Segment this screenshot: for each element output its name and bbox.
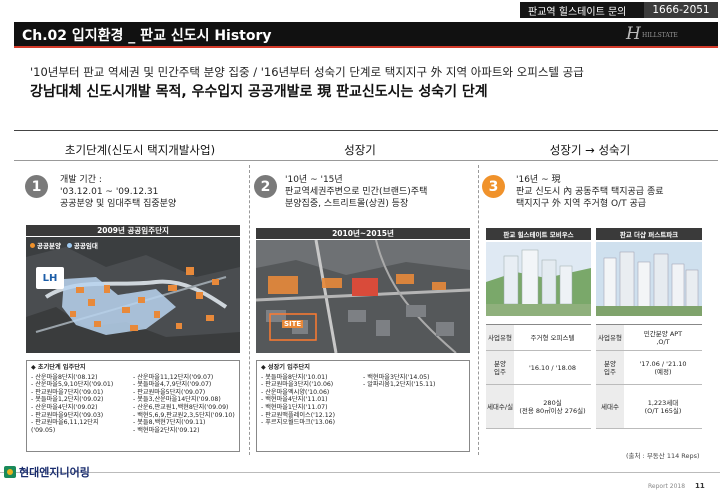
list-item: - 백현마을1단지('11.07) bbox=[261, 403, 328, 411]
row-key: 사업유형 bbox=[486, 325, 514, 350]
legend-public-sale: 공공분양 bbox=[37, 242, 61, 250]
report-label: Report 2018 bbox=[648, 483, 686, 490]
source-note: (출처 : 부동산 114 Reps) bbox=[626, 452, 700, 460]
list-item: - 알파리움1,2단지('15.11) bbox=[363, 381, 436, 389]
list-item: - 산운마을4단지('09.02) bbox=[31, 403, 98, 411]
lead-line-2: 강남대체 신도시개발 목적, 우수입지 공공개발로 現 판교신도시는 성숙기 단… bbox=[30, 84, 488, 100]
card2-photo bbox=[596, 242, 702, 316]
card1-title: 판교 힐스테이트 모비우스 bbox=[486, 228, 591, 240]
col1-title: 초기단계(신도시 택지개발사업) bbox=[64, 143, 216, 157]
row-value: '16.10 / '18.08 bbox=[528, 363, 577, 372]
col1-desc-line: '03.12.01 ~ '09.12.31 bbox=[60, 187, 159, 197]
row-value: 1,223세대 (O/T 165실) bbox=[644, 398, 682, 415]
column-divider bbox=[249, 165, 250, 455]
col2-band: 2010년~2015년 bbox=[256, 228, 470, 239]
row-value: 민간분양 APT ,O/T bbox=[643, 329, 683, 346]
aerial-map-2009 bbox=[26, 237, 240, 353]
col2-desc: '10년 ~ '15년 판교역세권주변으로 민간(브랜드)주택 분양집중, 스트… bbox=[285, 174, 427, 210]
list-item: ('09.05) bbox=[31, 426, 56, 434]
card2-table: 사업유형 민간분양 APT ,O/T 분양 입주 '17.06 / '21.10… bbox=[596, 324, 702, 429]
map-legend: 공공분양 공공임대 bbox=[30, 240, 98, 250]
list-item: - 봇들3,산운마을14단지('09.08) bbox=[133, 396, 221, 404]
col2-desc-line: 분양집중, 스트리트몰(상권) 등장 bbox=[285, 199, 409, 209]
company-name: 현대엔지니어링 bbox=[19, 466, 90, 479]
row-value: 280실 (전용 80㎡이상 276실) bbox=[519, 398, 586, 415]
row-key: 세대수 bbox=[596, 385, 624, 428]
col2-complex-list: ◆ 성장기 입주단지 - 봇들마을8단지('10.01) - 판교원마을3단지(… bbox=[256, 360, 470, 452]
row-value: '17.06 / '21.10 (예정) bbox=[639, 359, 687, 376]
col2-map: SITE bbox=[256, 240, 470, 353]
aerial-map-2015 bbox=[256, 240, 470, 353]
title-bar: Ch.02 입지환경 _ 판교 신도시 History H HILLSTATE bbox=[14, 22, 718, 46]
row-key: 세대수/실 bbox=[486, 385, 514, 428]
card2-title: 판교 더샵 퍼스트파크 bbox=[596, 228, 702, 240]
company-logo: 현대엔지니어링 bbox=[4, 464, 90, 480]
card1-table: 사업유형 주거형 오피스텔 분양 입주 '16.10 / '18.08 세대수/… bbox=[486, 324, 591, 429]
row-key: 분양 입주 bbox=[486, 351, 514, 384]
page-footer: Report 2018 11 bbox=[648, 482, 705, 490]
step-3-badge: 3 bbox=[482, 175, 505, 198]
col2-desc-line: '10년 ~ '15년 bbox=[285, 175, 343, 185]
lead-line-1: '10년부터 판교 역세권 및 민간주택 분양 집중 / '16년부터 성숙기 … bbox=[30, 65, 584, 79]
col3-title: 성장기 → 성숙기 bbox=[549, 143, 631, 157]
row-key: 사업유형 bbox=[596, 325, 624, 350]
site-marker: SITE bbox=[282, 320, 304, 328]
list-item: - 산운마을5,9,10단지('09.01) bbox=[31, 381, 114, 389]
contact-label: 판교역 힐스테이트 문의 bbox=[528, 6, 627, 18]
col1-desc-line: 개발 기간 : bbox=[60, 175, 102, 185]
list-item: - 산운6,판교원1,백현8단지('09.09) bbox=[133, 403, 229, 411]
page-title: Ch.02 입지환경 _ 판교 신도시 History bbox=[22, 28, 272, 44]
col1-band: 2009년 공공임주단지 bbox=[26, 225, 240, 236]
list-item: - 봇들마을1,2단지('09.02) bbox=[31, 396, 104, 404]
col1-desc: 개발 기간 : '03.12.01 ~ '09.12.31 공공분양 및 임대주… bbox=[60, 174, 176, 210]
contact-phone[interactable]: 1666-2051 bbox=[644, 2, 718, 18]
legend-public-rental: 공공임대 bbox=[73, 242, 98, 250]
row-value: 주거형 오피스텔 bbox=[530, 333, 575, 342]
list-item: - 판교원마을6,11,12단지 bbox=[31, 419, 99, 427]
page-number: 11 bbox=[695, 482, 705, 490]
row-key: 분양 입주 bbox=[596, 351, 624, 384]
col2-desc-line: 판교역세권주변으로 민간(브랜드)주택 bbox=[285, 187, 428, 197]
lh-logo: LH bbox=[36, 267, 64, 289]
building-photo-2 bbox=[596, 242, 702, 316]
list-item: - 백현마을4단지('11.01) bbox=[261, 396, 328, 404]
step-2-badge: 2 bbox=[254, 175, 277, 198]
column-divider bbox=[478, 165, 479, 455]
col2-title: 성장기 bbox=[344, 143, 376, 157]
section-header-rule bbox=[14, 160, 718, 161]
col3-desc-line: 판교 신도시 內 공동주택 택지공급 종료 bbox=[516, 187, 664, 197]
logo-glyph: H bbox=[626, 24, 641, 44]
logo-sub: HILLSTATE bbox=[642, 32, 678, 39]
col3-desc: '16년 ~ 現 판교 신도시 內 공동주택 택지공급 종료 택지지구 外 지역… bbox=[516, 174, 664, 210]
contact-bar: 판교역 힐스테이트 문의 1666-2051 bbox=[520, 2, 718, 18]
col1-complex-list: ◆ 초기단계 입주단지 - 산운마을8단지('08.12) - 산운마을5,9,… bbox=[26, 360, 240, 452]
card1-photo bbox=[486, 242, 591, 316]
company-mark-icon bbox=[4, 466, 16, 478]
list-item: - 백현마을2단지('09.12) bbox=[133, 426, 200, 434]
hillstate-logo: H HILLSTATE bbox=[626, 24, 678, 44]
col3-desc-line: 택지지구 外 지역 주거형 O/T 공급 bbox=[516, 199, 646, 209]
list-item: - 봇들8,백현7단지('09.11) bbox=[133, 419, 206, 427]
list-item: - 판교원마을3단지('10.06) bbox=[261, 381, 334, 389]
list-heading: ◆ 성장기 입주단지 bbox=[261, 364, 310, 371]
col1-desc-line: 공공분양 및 임대주택 집중분양 bbox=[60, 199, 177, 209]
list-item: - 푸르지오월드마크('13.06) bbox=[261, 419, 335, 427]
step-1-badge: 1 bbox=[25, 175, 48, 198]
title-underline bbox=[14, 46, 718, 48]
footer-rule bbox=[0, 472, 720, 473]
col3-desc-line: '16년 ~ 現 bbox=[516, 175, 561, 185]
list-heading: ◆ 초기단계 입주단지 bbox=[31, 364, 86, 371]
list-item: - 봇들마을4,7,9단지('09.07) bbox=[133, 381, 212, 389]
col1-map: 공공분양 공공임대 LH bbox=[26, 237, 240, 353]
section-top-rule bbox=[14, 130, 718, 131]
building-photo-1 bbox=[486, 242, 591, 316]
